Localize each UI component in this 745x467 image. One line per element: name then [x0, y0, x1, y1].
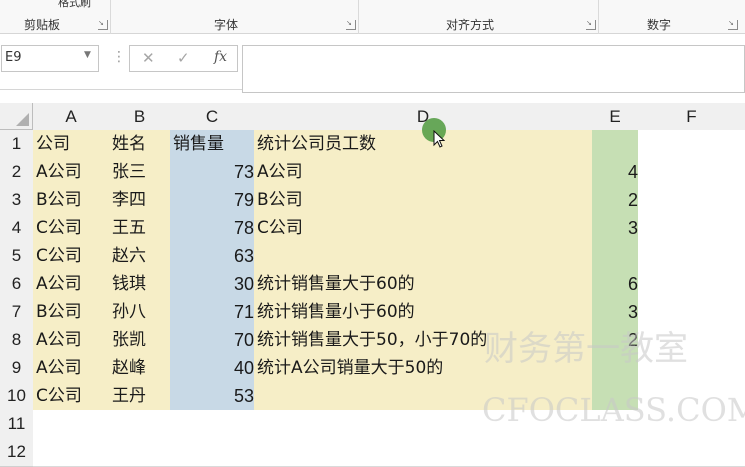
- formula-bar-grip-icon: ⋮: [112, 49, 126, 65]
- cell-b1[interactable]: 姓名: [109, 130, 174, 159]
- cell-d6[interactable]: 统计销售量大于60的: [254, 270, 596, 299]
- cell-b12[interactable]: [109, 438, 171, 467]
- cell-b4[interactable]: 王五: [109, 214, 174, 243]
- font-launcher-icon[interactable]: ↘: [346, 20, 356, 30]
- cell-a7[interactable]: B公司: [33, 298, 113, 327]
- ribbon-separator: [110, 0, 111, 34]
- row-header[interactable]: 8: [0, 326, 34, 355]
- cell-e3[interactable]: 2: [592, 186, 642, 215]
- cell-e12[interactable]: [592, 438, 639, 467]
- cell-e4[interactable]: 3: [592, 214, 642, 243]
- cell-a1[interactable]: 公司: [33, 130, 113, 159]
- cell-a11[interactable]: [33, 410, 110, 439]
- column-header-f[interactable]: F: [638, 103, 745, 131]
- cell-b9[interactable]: 赵峰: [109, 354, 174, 383]
- cell-c2[interactable]: 73: [170, 158, 258, 187]
- cell-f12[interactable]: [638, 438, 745, 467]
- cell-c6[interactable]: 30: [170, 270, 258, 299]
- row-header[interactable]: 6: [0, 270, 34, 299]
- cancel-icon[interactable]: ✕: [142, 49, 155, 67]
- row-header[interactable]: 3: [0, 186, 34, 215]
- cell-b6[interactable]: 钱琪: [109, 270, 174, 299]
- cell-a9[interactable]: A公司: [33, 354, 113, 383]
- cell-c4[interactable]: 78: [170, 214, 258, 243]
- row-header[interactable]: 12: [0, 438, 34, 467]
- ribbon-separator: [358, 0, 359, 34]
- column-header-e[interactable]: E: [592, 103, 639, 131]
- group-alignment-label: 对齐方式: [446, 18, 495, 32]
- spreadsheet-grid: A B C D E F 1 公司 姓名 销售量 统计公司员工数 2 A公司 张三…: [0, 103, 745, 467]
- row-header[interactable]: 11: [0, 410, 34, 439]
- cell-b5[interactable]: 赵六: [109, 242, 174, 271]
- clipboard-launcher-icon[interactable]: ↘: [98, 20, 108, 30]
- enter-icon[interactable]: ✓: [177, 49, 190, 67]
- cell-c3[interactable]: 79: [170, 186, 258, 215]
- cell-a2[interactable]: A公司: [33, 158, 113, 187]
- watermark-url: CFOCLASS.COM: [482, 391, 745, 429]
- cell-f1[interactable]: [638, 130, 745, 159]
- cell-a6[interactable]: A公司: [33, 270, 113, 299]
- cell-b3[interactable]: 李四: [109, 186, 174, 215]
- cell-b8[interactable]: 张凯: [109, 326, 174, 355]
- insert-function-button[interactable]: fx: [214, 49, 227, 65]
- alignment-launcher-icon[interactable]: ↘: [586, 20, 596, 30]
- format-painter-button[interactable]: 格式刷: [58, 0, 91, 10]
- row-header[interactable]: 7: [0, 298, 34, 327]
- cell-d4[interactable]: C公司: [254, 214, 596, 243]
- cell-a10[interactable]: C公司: [33, 382, 113, 411]
- cell-b2[interactable]: 张三: [109, 158, 174, 187]
- cell-c11[interactable]: [170, 410, 255, 439]
- row-header[interactable]: 1: [0, 130, 34, 159]
- column-header-c[interactable]: C: [170, 103, 255, 131]
- formula-buttons: ✕ ✓ fx: [129, 45, 238, 72]
- cell-c10[interactable]: 53: [170, 382, 258, 411]
- group-number-label: 数字: [647, 18, 672, 32]
- row-header[interactable]: 2: [0, 158, 34, 187]
- row-header[interactable]: 4: [0, 214, 34, 243]
- cell-d2[interactable]: A公司: [254, 158, 596, 187]
- group-font-label: 字体: [214, 18, 239, 32]
- name-box-dropdown-icon[interactable]: ▼: [84, 50, 91, 60]
- column-header-b[interactable]: B: [109, 103, 171, 131]
- select-all-button[interactable]: [0, 103, 33, 130]
- cell-a4[interactable]: C公司: [33, 214, 113, 243]
- ribbon: 格式刷 剪贴板 ↘ 字体 ↘ 对齐方式 ↘ 数字 ↘: [0, 0, 745, 34]
- cell-a12[interactable]: [33, 438, 110, 467]
- cell-f5[interactable]: [638, 242, 745, 271]
- group-clipboard-label: 剪贴板: [24, 18, 61, 32]
- cell-e5[interactable]: [592, 242, 642, 271]
- cell-a8[interactable]: A公司: [33, 326, 113, 355]
- cell-e6[interactable]: 6: [592, 270, 642, 299]
- cell-a3[interactable]: B公司: [33, 186, 113, 215]
- row-header[interactable]: 9: [0, 354, 34, 383]
- cell-f6[interactable]: [638, 270, 745, 299]
- mouse-pointer-icon: [433, 129, 446, 153]
- cell-b10[interactable]: 王丹: [109, 382, 174, 411]
- cell-c8[interactable]: 70: [170, 326, 258, 355]
- cell-f4[interactable]: [638, 214, 745, 243]
- row-header[interactable]: 5: [0, 242, 34, 271]
- cell-d12[interactable]: [254, 438, 593, 467]
- column-header-a[interactable]: A: [33, 103, 110, 131]
- cell-d5[interactable]: [254, 242, 596, 271]
- cell-a5[interactable]: C公司: [33, 242, 113, 271]
- cell-c9[interactable]: 40: [170, 354, 258, 383]
- ribbon-separator: [598, 0, 599, 34]
- cell-e1[interactable]: [592, 130, 642, 159]
- cell-b11[interactable]: [109, 410, 171, 439]
- number-launcher-icon[interactable]: ↘: [728, 20, 738, 30]
- cell-f2[interactable]: [638, 158, 745, 187]
- cell-d3[interactable]: B公司: [254, 186, 596, 215]
- cell-c1[interactable]: 销售量: [170, 130, 258, 159]
- row-header[interactable]: 10: [0, 382, 34, 411]
- cell-e2[interactable]: 4: [592, 158, 642, 187]
- cell-c12[interactable]: [170, 438, 255, 467]
- cell-c7[interactable]: 71: [170, 298, 258, 327]
- cell-f3[interactable]: [638, 186, 745, 215]
- formula-input[interactable]: [242, 45, 745, 93]
- cell-c5[interactable]: 63: [170, 242, 258, 271]
- watermark-text: 财务第一教室: [484, 329, 688, 369]
- cell-b7[interactable]: 孙八: [109, 298, 174, 327]
